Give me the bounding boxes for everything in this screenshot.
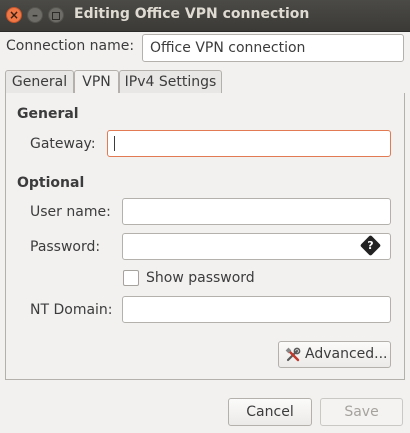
tab-ipv4-settings[interactable]: IPv4 Settings	[119, 70, 222, 94]
username-input[interactable]	[122, 198, 391, 225]
show-password-label[interactable]: Show password	[146, 270, 255, 286]
close-icon[interactable]: ×	[6, 7, 22, 23]
password-input[interactable]	[122, 233, 391, 260]
nt-domain-label: NT Domain:	[30, 302, 113, 318]
general-heading: General	[17, 106, 79, 122]
tab-general[interactable]: General	[5, 70, 74, 94]
minimize-icon[interactable]: –	[27, 7, 43, 23]
title-bar: × – Editing Office VPN connection	[0, 0, 410, 32]
nt-domain-input[interactable]	[122, 296, 391, 323]
save-button[interactable]: Save	[320, 398, 403, 426]
advanced-button[interactable]: Advanced...	[278, 341, 391, 368]
connection-name-input[interactable]	[142, 34, 404, 62]
tab-vpn[interactable]: VPN	[74, 70, 119, 95]
gateway-label: Gateway:	[30, 136, 96, 152]
password-label: Password:	[30, 239, 101, 255]
password-menu-icon[interactable]: ?	[359, 234, 382, 257]
text-cursor	[114, 136, 115, 151]
show-password-checkbox[interactable]	[123, 270, 139, 286]
window-title: Editing Office VPN connection	[74, 6, 310, 22]
connection-name-label: Connection name:	[6, 38, 135, 54]
cancel-button[interactable]: Cancel	[228, 398, 312, 426]
optional-heading: Optional	[17, 175, 85, 191]
gateway-input[interactable]	[107, 130, 391, 157]
tools-icon	[285, 347, 301, 362]
maximize-icon[interactable]	[48, 7, 64, 23]
advanced-button-label: Advanced...	[305, 346, 388, 362]
username-label: User name:	[30, 204, 111, 220]
